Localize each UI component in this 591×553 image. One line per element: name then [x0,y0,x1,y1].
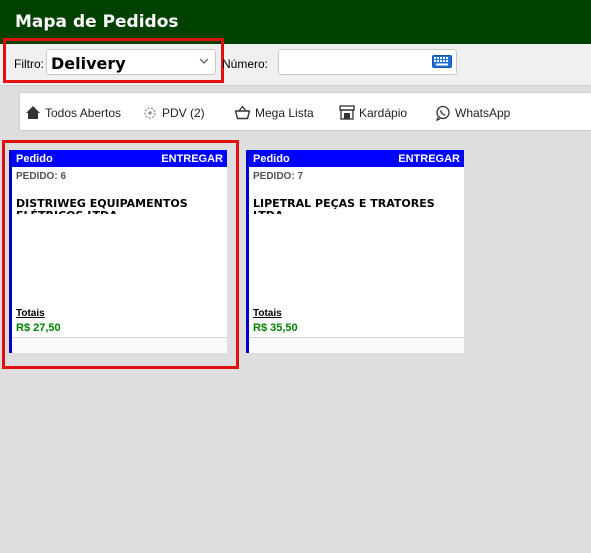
order-customer: LIPETRAL PEÇAS E TRATORES LTDA [253,198,435,214]
numero-label: Número: [222,57,269,71]
order-card[interactable]: Pedido ENTREGAR PEDIDO: 7 LIPETRAL PEÇAS… [246,150,464,353]
kardapio-button[interactable]: Kardápio [339,93,407,132]
store-icon [339,105,355,120]
mega-lista-button[interactable]: Mega Lista [234,93,314,132]
kardapio-label: Kardápio [359,105,408,120]
pdv-label: PDV (2) [162,105,205,120]
order-totals-label: Totais [253,308,282,319]
order-total-value: R$ 35,50 [253,322,298,334]
home-icon [26,106,40,119]
filter-highlight [3,38,224,83]
pdv-icon [144,106,156,119]
keyboard-icon[interactable] [432,55,452,68]
whatsapp-icon [435,105,450,121]
todos-abertos-label: Todos Abertos [45,105,122,120]
todos-abertos-button[interactable]: Todos Abertos [25,93,121,132]
shopping-basket-icon [234,105,251,120]
numero-input[interactable] [278,49,457,75]
app-title: Mapa de Pedidos [15,12,179,32]
whatsapp-label: WhatsApp [455,105,511,120]
mega-lista-label: Mega Lista [255,105,314,120]
order-highlight [2,140,239,369]
toolbar: Todos Abertos PDV (2) Mega Lista Kardápi… [19,92,591,131]
order-card-header: Pedido ENTREGAR [249,150,464,167]
entregar-button[interactable]: ENTREGAR [398,153,460,165]
order-card-footer [249,337,464,353]
order-header-label: Pedido [253,153,290,165]
whatsapp-button[interactable]: WhatsApp [435,93,510,132]
pdv-button[interactable]: PDV (2) [142,93,205,132]
order-number: PEDIDO: 7 [253,171,304,182]
